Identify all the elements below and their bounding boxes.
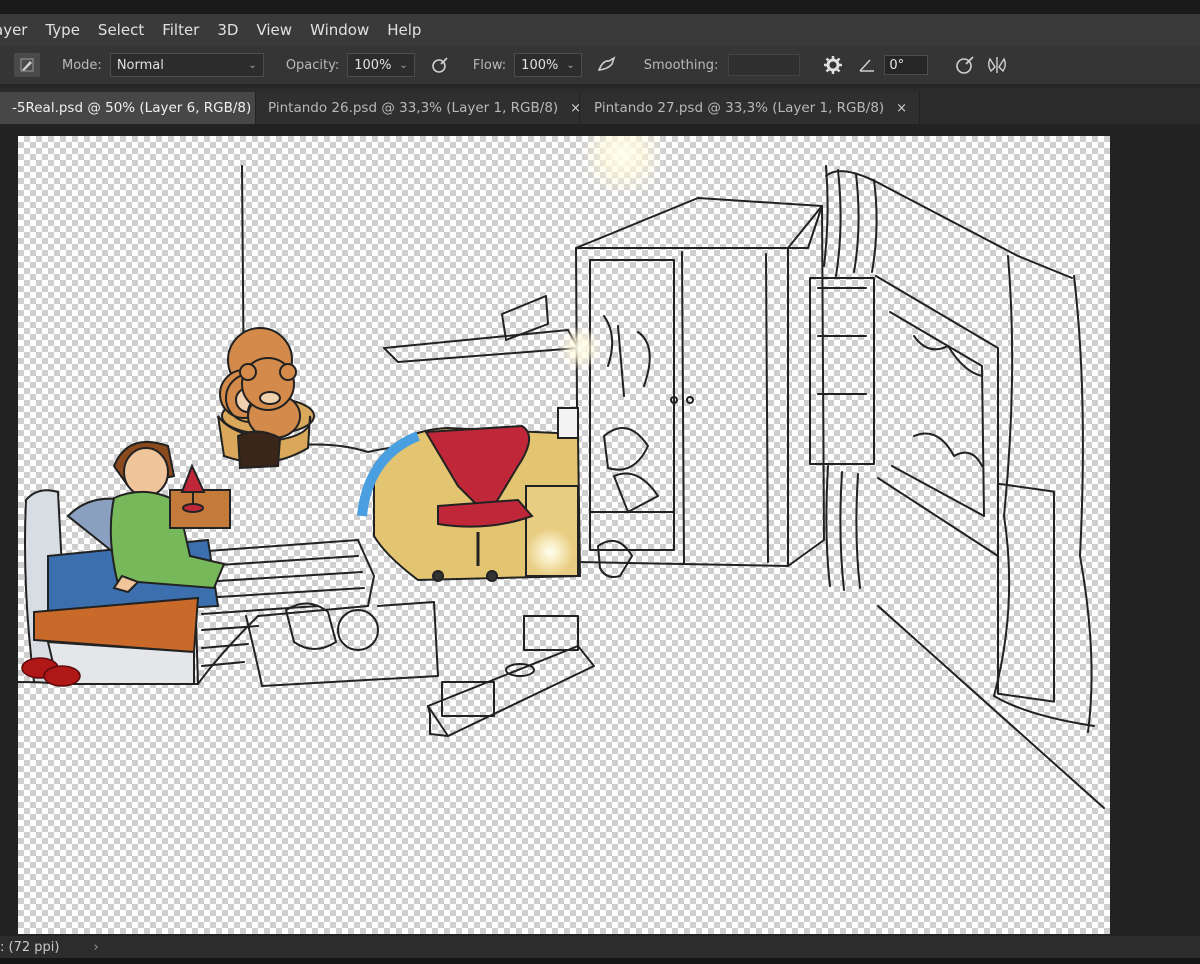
mode-label: Mode: [62, 57, 102, 73]
menu-window[interactable]: Window [301, 21, 378, 39]
brush-preset-icon[interactable] [14, 53, 40, 77]
camera-glare [526, 528, 574, 576]
smoothing-field[interactable] [728, 54, 801, 76]
flow-field[interactable]: 100% ⌄ [514, 53, 582, 77]
teddy-bear [217, 327, 315, 470]
wardrobe [575, 197, 825, 578]
tab-5real[interactable]: -5Real.psd @ 50% (Layer 6, RGB/8) × [0, 92, 274, 124]
flow-label: Flow: [472, 57, 507, 73]
mode-select[interactable]: Normal ⌄ [109, 53, 264, 77]
menu-type[interactable]: Type [36, 21, 88, 39]
menu-help[interactable]: Help [378, 21, 430, 39]
angle-value: 0° [889, 57, 905, 73]
symmetry-icon[interactable] [986, 54, 1008, 76]
opacity-field[interactable]: 100% ⌄ [347, 53, 415, 77]
top-bezel [0, 0, 1200, 14]
floor-toys [285, 602, 595, 737]
angle-field[interactable]: 0° [884, 55, 929, 75]
document-info: : (72 ppi) [0, 939, 60, 955]
pressure-size-icon[interactable] [954, 54, 976, 76]
document-canvas[interactable] [18, 136, 1110, 934]
tab-label: Pintando 27.psd @ 33,3% (Layer 1, RGB/8) [594, 100, 885, 116]
right-floor-line [877, 605, 1105, 809]
menu-select[interactable]: Select [89, 21, 153, 39]
menu-filter[interactable]: Filter [153, 21, 208, 39]
bottom-bezel [0, 958, 1200, 964]
chevron-down-icon: ⌄ [399, 59, 408, 71]
pressure-opacity-icon[interactable] [429, 54, 451, 76]
smoothing-label: Smoothing: [643, 57, 719, 73]
workspace [0, 124, 1200, 936]
chevron-down-icon: ⌄ [248, 59, 257, 71]
airbrush-icon[interactable] [596, 54, 618, 76]
window [809, 165, 1095, 733]
camera-glare [558, 326, 602, 370]
gear-icon[interactable] [822, 54, 844, 76]
tab-label: Pintando 26.psd @ 33,3% (Layer 1, RGB/8) [268, 100, 559, 116]
status-arrow-icon[interactable]: › [93, 940, 98, 955]
mode-value: Normal [116, 57, 164, 73]
close-icon[interactable]: × [896, 101, 907, 116]
status-bar: : (72 ppi) › [0, 936, 1200, 958]
menu-3d[interactable]: 3D [208, 21, 247, 39]
menu-bar: ayer Type Select Filter 3D View Window H… [0, 14, 1200, 46]
menu-layer[interactable]: ayer [0, 21, 36, 39]
flow-value: 100% [521, 57, 559, 73]
tab-label: -5Real.psd @ 50% (Layer 6, RGB/8) [12, 100, 252, 116]
options-bar: Mode: Normal ⌄ Opacity: 100% ⌄ Flow: 100… [0, 46, 1200, 84]
wall-shelf [383, 329, 579, 363]
document-tabs: -5Real.psd @ 50% (Layer 6, RGB/8) × Pint… [0, 88, 1200, 124]
angle-icon [856, 54, 878, 76]
chevron-down-icon: ⌄ [566, 59, 575, 71]
tab-pintando-26[interactable]: Pintando 26.psd @ 33,3% (Layer 1, RGB/8)… [256, 92, 581, 124]
opacity-value: 100% [354, 57, 392, 73]
menu-view[interactable]: View [247, 21, 301, 39]
tab-pintando-27[interactable]: Pintando 27.psd @ 33,3% (Layer 1, RGB/8)… [580, 92, 920, 124]
lamp [169, 463, 231, 529]
opacity-label: Opacity: [285, 57, 340, 73]
